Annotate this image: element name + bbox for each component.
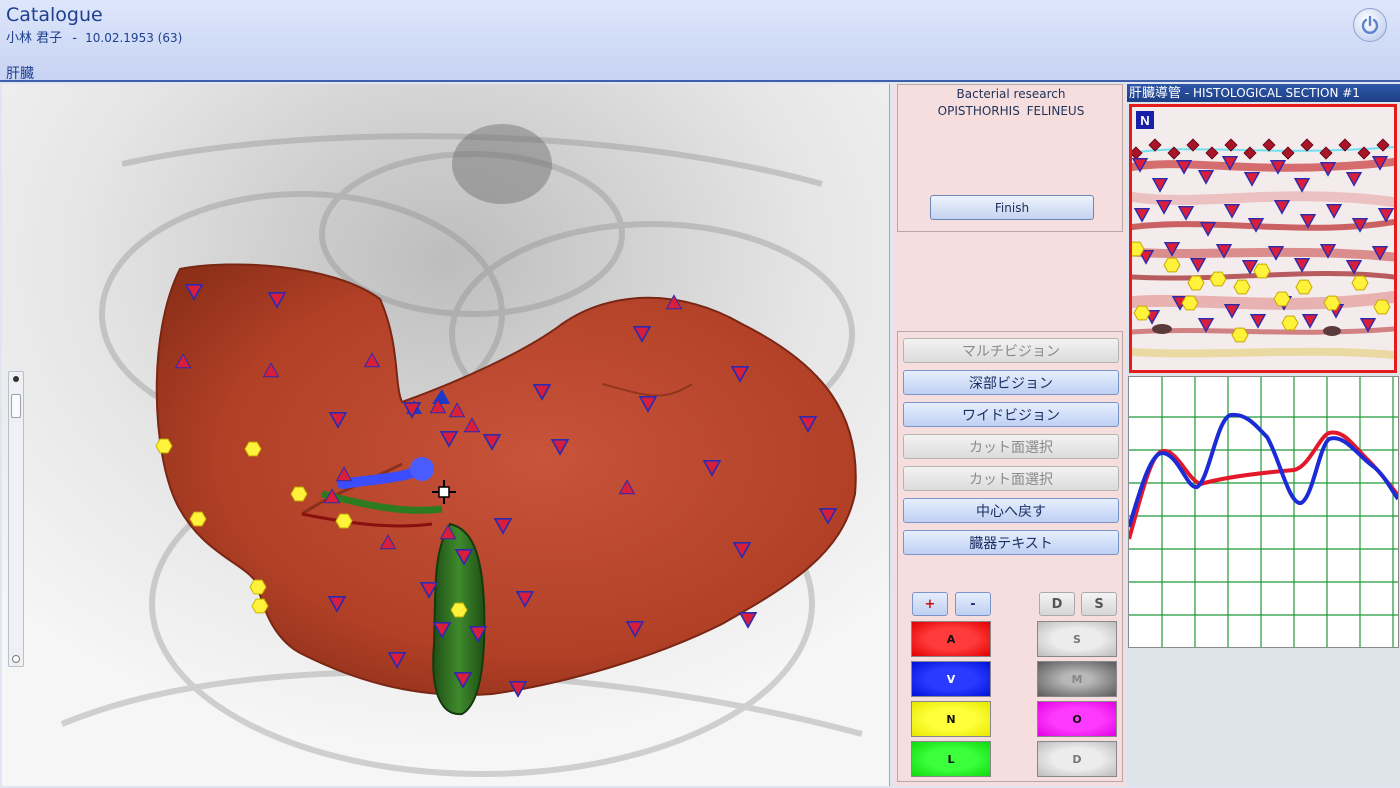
control-panel: Bacterial research OPISTHORHIS FELINEUS … [893, 84, 1126, 786]
research-title: Bacterial research [956, 87, 1066, 101]
slider-bottom-dot [12, 655, 20, 663]
section-organ: 肝臓導管 [1129, 86, 1182, 101]
zoom-in-button[interactable]: + [912, 592, 948, 616]
histo-hexagon [1295, 279, 1313, 295]
cut-plane-select-button-2[interactable]: カット面選択 [903, 466, 1119, 491]
patient-dob-age: 10.02.1953 (63) [85, 31, 183, 45]
histo-hexagon [1181, 295, 1199, 311]
graph-red-line [1127, 430, 1400, 540]
power-button[interactable] [1353, 8, 1387, 42]
histo-hexagon [1373, 299, 1391, 315]
marker-hexagon [244, 441, 262, 457]
graph-blue-line [1127, 412, 1400, 528]
power-icon [1361, 15, 1379, 34]
deep-vision-button[interactable]: 深部ビジョン [903, 370, 1119, 395]
slider-thumb[interactable] [11, 394, 21, 418]
color-s-button[interactable]: S [1037, 621, 1117, 657]
n-marker-label: N [1140, 113, 1149, 128]
research-organism: OPISTHORHIS FELINEUS [937, 104, 1085, 118]
zoom-out-button[interactable]: - [955, 592, 991, 616]
histo-hexagon [1281, 315, 1299, 331]
histo-hexagon [1233, 279, 1251, 295]
marker-hexagon [249, 579, 267, 595]
return-to-center-button[interactable]: 中心へ戻す [903, 498, 1119, 523]
multivision-button[interactable]: マルチビジョン [903, 338, 1119, 363]
color-a-button[interactable]: A [911, 621, 991, 657]
histo-hexagon [1273, 291, 1291, 307]
histo-hexagon [1323, 295, 1341, 311]
organ-3d-viewport[interactable] [2, 84, 890, 786]
marker-hexagon [450, 602, 468, 618]
color-n-button[interactable]: N [911, 701, 991, 737]
histo-hexagon [1209, 271, 1227, 287]
organ-label: 肝臓 [6, 66, 34, 82]
histo-hexagon [1133, 305, 1151, 321]
app-title: Catalogue [6, 4, 103, 26]
research-box: Bacterial research OPISTHORHIS FELINEUS … [897, 84, 1123, 232]
organ-text-button[interactable]: 臓器テキスト [903, 530, 1119, 555]
histo-hexagon [1163, 257, 1181, 273]
patient-info: 小林 君子 - 10.02.1953 (63) [6, 27, 182, 46]
histo-hexagon [1187, 275, 1205, 291]
marker-hexagon [335, 513, 353, 529]
color-d-button[interactable]: D [1037, 741, 1117, 777]
s-toggle-button[interactable]: S [1081, 592, 1117, 616]
marker-hexagon [251, 598, 269, 614]
histo-hexagon [1231, 327, 1249, 343]
vision-menu: マルチビジョン 深部ビジョン ワイドビジョン カット面選択 カット面選択 中心へ… [897, 331, 1123, 782]
color-o-button[interactable]: O [1037, 701, 1117, 737]
cut-plane-select-button-1[interactable]: カット面選択 [903, 434, 1119, 459]
separator: - [72, 31, 77, 46]
depth-slider[interactable] [8, 371, 24, 667]
marker-hexagon [189, 511, 207, 527]
histo-hexagon [1253, 263, 1271, 279]
section-header: 肝臓導管 - HISTOLOGICAL SECTION #1 [1127, 84, 1400, 102]
d-toggle-button[interactable]: D [1039, 592, 1075, 616]
marker-hexagon [290, 486, 308, 502]
app-window: Catalogue 小林 君子 - 10.02.1953 (63) 肝臓 Bac… [0, 0, 1400, 788]
finish-button[interactable]: Finish [930, 195, 1094, 220]
color-l-button[interactable]: L [911, 741, 991, 777]
wide-vision-button[interactable]: ワイドビジョン [903, 402, 1119, 427]
signal-graph [1127, 376, 1400, 648]
header-bar: Catalogue 小林 君子 - 10.02.1953 (63) 肝臓 [0, 0, 1400, 82]
section-panel: 肝臓導管 - HISTOLOGICAL SECTION #1 N [1127, 84, 1400, 786]
patient-name: 小林 君子 [6, 31, 63, 46]
color-v-button[interactable]: V [911, 661, 991, 697]
histo-hexagon [1351, 275, 1369, 291]
slider-top-dot [13, 376, 19, 382]
marker-hexagon [155, 438, 173, 454]
histology-image[interactable]: N [1129, 104, 1397, 373]
liver-model[interactable] [2, 84, 890, 786]
color-m-button[interactable]: M [1037, 661, 1117, 697]
section-title: - HISTOLOGICAL SECTION #1 [1181, 86, 1360, 100]
